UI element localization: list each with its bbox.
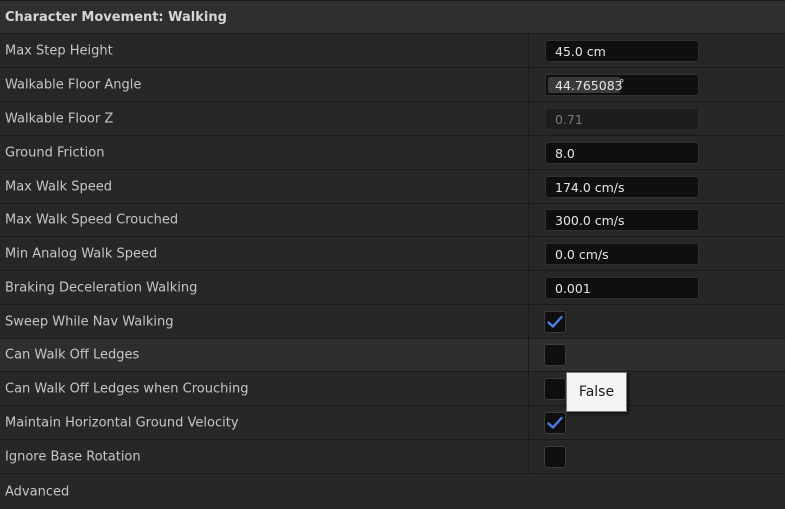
- column-divider[interactable]: [528, 339, 529, 371]
- min-analog-walk-speed-input[interactable]: 0.0 cm/s: [545, 242, 699, 265]
- column-divider[interactable]: [528, 136, 529, 169]
- braking-deceleration-walking-input[interactable]: 0.001: [545, 276, 699, 299]
- property-label: Max Step Height: [5, 43, 113, 58]
- property-row-walkable-floor-angle: Walkable Floor Angle 44.765083 °: [0, 68, 785, 102]
- degree-unit: °: [619, 76, 625, 90]
- details-panel: Character Movement: Walking Max Step Hei…: [0, 0, 785, 509]
- column-divider[interactable]: [528, 440, 529, 473]
- property-label: Walkable Floor Angle: [5, 77, 142, 92]
- property-label: Can Walk Off Ledges: [5, 347, 140, 363]
- walkable-floor-angle-input[interactable]: 44.765083 °: [545, 73, 699, 96]
- column-divider[interactable]: [528, 372, 529, 405]
- tooltip-text: False: [578, 384, 615, 400]
- property-row-walkable-floor-z: Walkable Floor Z 0.71: [0, 102, 785, 136]
- column-divider[interactable]: [528, 68, 529, 101]
- field-value: 174.0 cm/s: [555, 179, 625, 195]
- property-label: Can Walk Off Ledges when Crouching: [5, 381, 249, 396]
- property-label: Ground Friction: [5, 145, 105, 160]
- field-value: 300.0 cm/s: [555, 213, 625, 228]
- can-walk-off-ledges-crouching-checkbox[interactable]: [544, 377, 566, 400]
- column-divider[interactable]: [528, 237, 529, 270]
- column-divider[interactable]: [528, 406, 529, 439]
- column-divider[interactable]: [528, 204, 529, 236]
- property-row-ground-friction: Ground Friction 8.0: [0, 136, 785, 170]
- advanced-expander[interactable]: Advanced: [0, 474, 785, 509]
- value-tooltip: False: [566, 372, 627, 412]
- checkmark-icon: [547, 315, 563, 328]
- column-divider[interactable]: [528, 170, 529, 203]
- field-value: 0.0 cm/s: [555, 246, 609, 262]
- max-walk-speed-input[interactable]: 174.0 cm/s: [545, 175, 699, 198]
- property-label: Maintain Horizontal Ground Velocity: [5, 415, 239, 430]
- column-divider[interactable]: [528, 34, 529, 67]
- property-row-ignore-base-rotation: Ignore Base Rotation: [0, 440, 785, 474]
- property-label: Walkable Floor Z: [5, 111, 114, 126]
- can-walk-off-ledges-checkbox[interactable]: [544, 344, 566, 366]
- property-row-min-analog-walk-speed: Min Analog Walk Speed 0.0 cm/s: [0, 237, 785, 271]
- property-row-max-walk-speed-crouched: Max Walk Speed Crouched 300.0 cm/s: [0, 204, 785, 237]
- field-value: 0.71: [555, 111, 583, 127]
- property-row-can-walk-off-ledges: Can Walk Off Ledges: [0, 339, 785, 372]
- property-row-braking-deceleration-walking: Braking Deceleration Walking 0.001: [0, 271, 785, 305]
- ignore-base-rotation-checkbox[interactable]: [544, 445, 566, 468]
- max-step-height-input[interactable]: 45.0 cm: [545, 39, 699, 62]
- property-row-sweep-while-nav-walking: Sweep While Nav Walking: [0, 305, 785, 339]
- section-title: Character Movement: Walking: [5, 10, 227, 25]
- property-label: Braking Deceleration Walking: [5, 280, 198, 295]
- section-header[interactable]: Character Movement: Walking: [0, 0, 785, 34]
- field-value: 45.0 cm: [555, 43, 606, 59]
- field-value: 8.0: [555, 145, 575, 161]
- field-value: 44.765083: [555, 77, 623, 93]
- column-divider[interactable]: [528, 271, 529, 304]
- field-value: 0.001: [555, 280, 591, 296]
- property-row-can-walk-off-ledges-crouching: Can Walk Off Ledges when Crouching: [0, 372, 785, 406]
- advanced-label: Advanced: [5, 484, 70, 499]
- property-label: Min Analog Walk Speed: [5, 246, 158, 261]
- checkmark-icon: [547, 416, 563, 429]
- property-label: Sweep While Nav Walking: [5, 314, 174, 329]
- sweep-while-nav-walking-checkbox[interactable]: [544, 310, 566, 333]
- property-label: Ignore Base Rotation: [5, 449, 141, 464]
- maintain-horizontal-ground-velocity-checkbox[interactable]: [544, 411, 566, 434]
- property-row-max-walk-speed: Max Walk Speed 174.0 cm/s: [0, 170, 785, 204]
- property-row-maintain-horizontal-ground-velocity: Maintain Horizontal Ground Velocity: [0, 406, 785, 440]
- ground-friction-input[interactable]: 8.0: [545, 141, 699, 164]
- property-label: Max Walk Speed Crouched: [5, 212, 179, 228]
- column-divider[interactable]: [528, 305, 529, 338]
- column-divider[interactable]: [528, 102, 529, 135]
- walkable-floor-z-input: 0.71: [545, 107, 699, 130]
- property-label: Max Walk Speed: [5, 179, 113, 194]
- max-walk-speed-crouched-input[interactable]: 300.0 cm/s: [545, 209, 699, 231]
- property-row-max-step-height: Max Step Height 45.0 cm: [0, 34, 785, 68]
